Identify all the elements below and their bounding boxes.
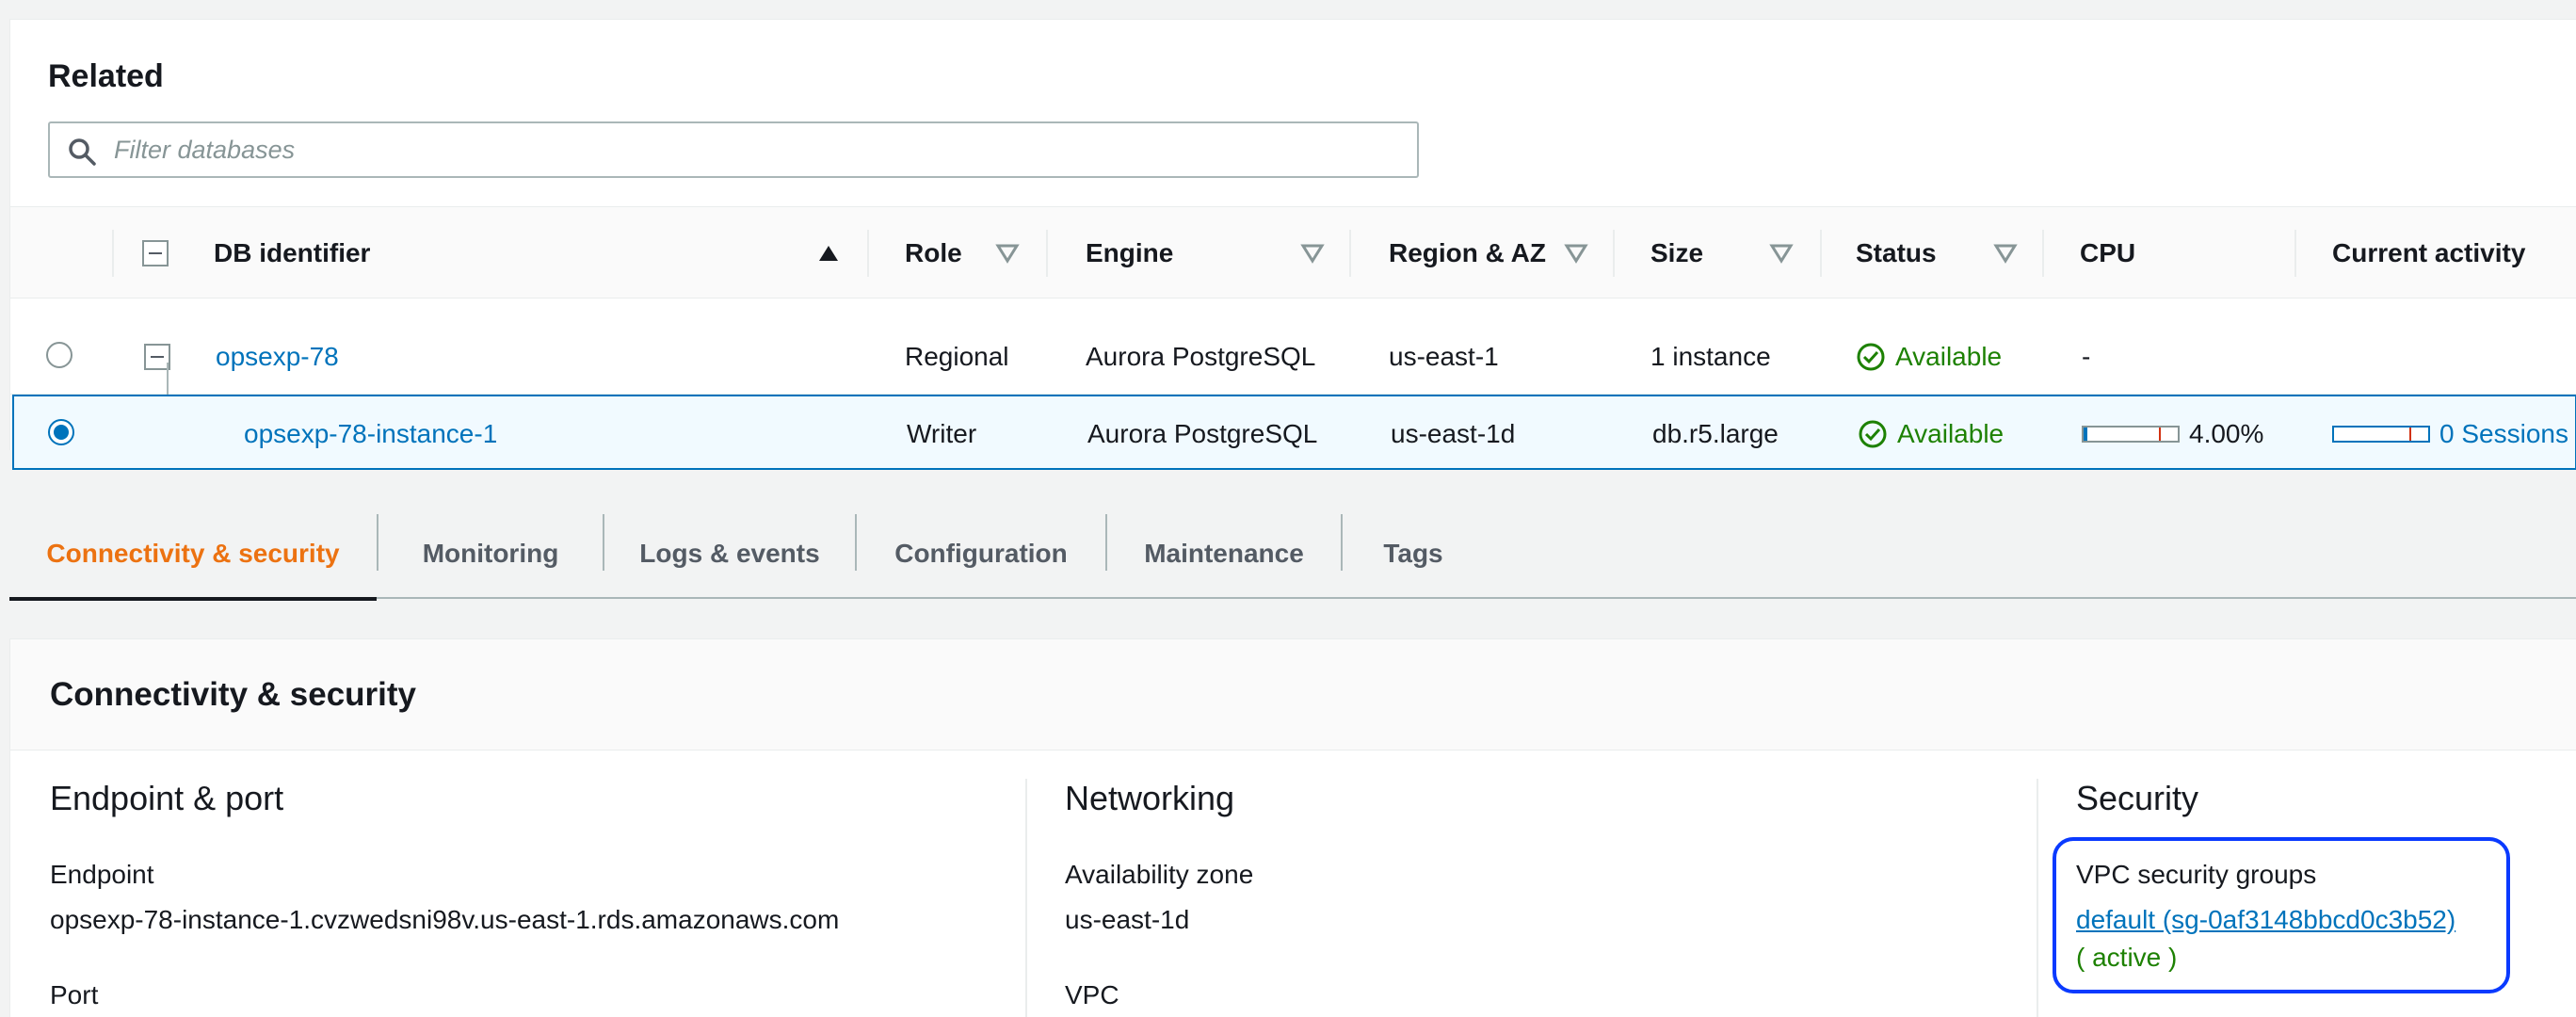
cpu-cell: 4.00% xyxy=(2082,396,2263,472)
sort-icon[interactable] xyxy=(1564,241,1588,266)
region-az-cell: us-east-1 xyxy=(1389,342,1499,371)
column-header-current-activity[interactable]: Current activity xyxy=(2332,207,2525,299)
sessions-link[interactable]: 0 Sessions xyxy=(2439,419,2568,449)
panel-title: Connectivity & security xyxy=(50,676,416,713)
detail-tabs: Connectivity & security Monitoring Logs … xyxy=(9,471,2576,601)
column-separator xyxy=(1046,230,1048,277)
status-text: Available xyxy=(1897,419,2004,448)
networking-heading: Networking xyxy=(1065,779,1235,817)
sessions-bar xyxy=(2332,426,2430,443)
tab-tags[interactable]: Tags xyxy=(1343,508,1484,599)
security-group-link[interactable]: default (sg-0af3148bbcd0c3b52) xyxy=(2076,905,2455,935)
column-header-region-az[interactable]: Region & AZ xyxy=(1389,207,1546,299)
size-cell: 1 instance xyxy=(1650,342,1771,371)
tab-connectivity-security[interactable]: Connectivity & security xyxy=(9,508,377,601)
db-identifier-link[interactable]: opsexp-78-instance-1 xyxy=(244,419,497,449)
status-text: Available xyxy=(1895,342,2003,371)
column-separator xyxy=(1613,230,1615,277)
status-cell: Available xyxy=(1858,396,2004,472)
cpu-utilization-fill xyxy=(2084,428,2087,441)
column-header-db-identifier[interactable]: DB identifier xyxy=(214,207,370,299)
sort-ascending-icon[interactable] xyxy=(816,241,841,266)
status-cell: Available xyxy=(1856,319,2002,395)
status-available-icon xyxy=(1857,343,1885,371)
row-select-radio-checked[interactable] xyxy=(48,419,74,445)
cpu-utilization-bar xyxy=(2082,426,2180,443)
availability-zone-value: us-east-1d xyxy=(1065,905,1190,934)
column-header-status[interactable]: Status xyxy=(1856,207,1937,299)
endpoint-value: opsexp-78-instance-1.cvzwedsni98v.us-eas… xyxy=(50,905,840,934)
role-cell: Writer xyxy=(907,419,977,448)
column-separator xyxy=(112,230,114,277)
column-separator xyxy=(1820,230,1822,277)
filter-databases-field[interactable] xyxy=(48,121,1419,178)
current-activity-cell: 0 Sessions xyxy=(2332,396,2568,472)
vpc-label: VPC xyxy=(1065,980,1119,1009)
table-row-selected[interactable]: opsexp-78-instance-1 Writer Aurora Postg… xyxy=(12,395,2576,470)
cpu-cell: - xyxy=(2082,342,2091,371)
security-group-status: ( active ) xyxy=(2076,943,2178,972)
region-az-cell: us-east-1d xyxy=(1391,419,1516,448)
collapse-all-icon[interactable] xyxy=(142,240,169,266)
vpc-security-groups-label: VPC security groups xyxy=(2076,860,2317,889)
cpu-value: 4.00% xyxy=(2189,419,2264,448)
engine-cell: Aurora PostgreSQL xyxy=(1087,419,1318,448)
sort-icon[interactable] xyxy=(1993,241,2018,266)
cpu-threshold-marker xyxy=(2159,428,2161,441)
sort-icon[interactable] xyxy=(995,241,1020,266)
filter-databases-input[interactable] xyxy=(114,131,1404,169)
column-separator xyxy=(867,230,869,277)
sort-icon[interactable] xyxy=(1769,241,1794,266)
row-select-radio[interactable] xyxy=(46,342,72,368)
column-separator xyxy=(2042,230,2044,277)
port-label: Port xyxy=(50,980,99,1009)
column-header-cpu[interactable]: CPU xyxy=(2080,207,2135,299)
column-header-role[interactable]: Role xyxy=(905,207,962,299)
sessions-threshold-marker xyxy=(2409,428,2411,441)
tab-configuration[interactable]: Configuration xyxy=(857,508,1105,599)
availability-zone-label: Availability zone xyxy=(1065,860,1254,889)
column-separator xyxy=(2037,779,2038,1017)
sort-icon[interactable] xyxy=(1300,241,1325,266)
column-separator xyxy=(1349,230,1351,277)
column-separator xyxy=(1025,779,1027,1017)
column-header-size[interactable]: Size xyxy=(1650,207,1703,299)
engine-cell: Aurora PostgreSQL xyxy=(1086,342,1316,371)
size-cell: db.r5.large xyxy=(1652,419,1779,448)
table-header: DB identifier Role Engine Region & AZ Si… xyxy=(10,206,2576,299)
endpoint-label: Endpoint xyxy=(50,860,154,889)
status-available-icon xyxy=(1859,420,1887,448)
tab-logs-events[interactable]: Logs & events xyxy=(604,508,855,599)
search-icon xyxy=(69,138,96,166)
table-row[interactable]: opsexp-78 Regional Aurora PostgreSQL us-… xyxy=(10,319,2576,395)
related-title: Related xyxy=(48,58,164,94)
column-header-engine[interactable]: Engine xyxy=(1086,207,1173,299)
endpoint-port-heading: Endpoint & port xyxy=(50,779,284,817)
panel-header: Connectivity & security xyxy=(10,639,2576,751)
security-heading: Security xyxy=(2076,779,2199,817)
tab-monitoring[interactable]: Monitoring xyxy=(378,508,603,599)
connectivity-security-panel: Connectivity & security Endpoint & port … xyxy=(9,638,2576,1017)
column-separator xyxy=(2294,230,2296,277)
tab-maintenance[interactable]: Maintenance xyxy=(1107,508,1341,599)
related-section: Related DB identifier Role Engine Region… xyxy=(9,19,2576,470)
role-cell: Regional xyxy=(905,342,1009,371)
db-identifier-link[interactable]: opsexp-78 xyxy=(216,342,339,372)
